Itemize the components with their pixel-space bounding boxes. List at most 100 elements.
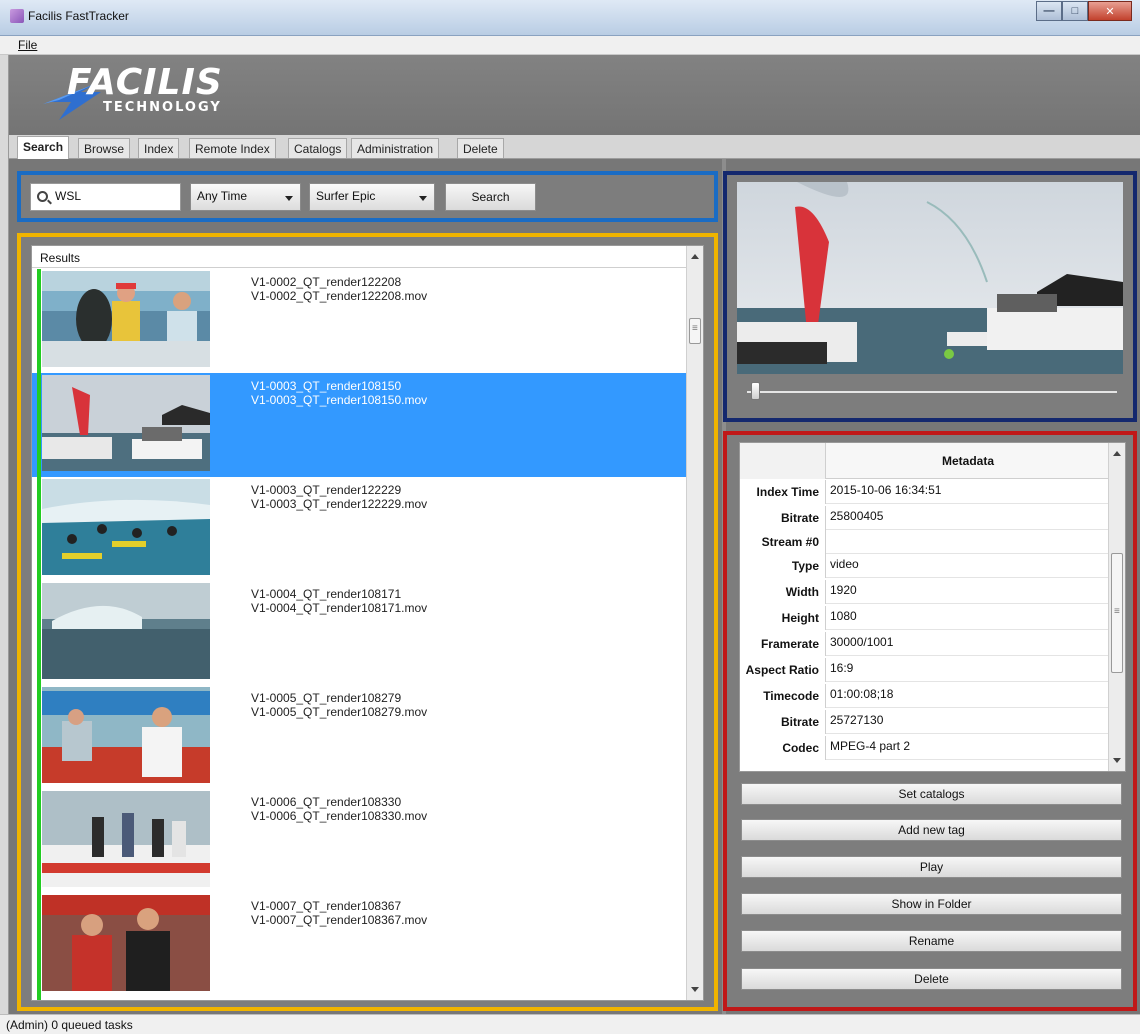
metadata-value: 2015-10-06 16:34:51 [830,483,942,497]
catalog-filter-dropdown[interactable]: Surfer Epic [309,183,435,211]
metadata-row: Width 1920 [740,580,1110,604]
logo-subtitle: TECHNOLOGY [103,100,222,115]
time-filter-value: Any Time [197,189,248,203]
metadata-header-label: Metadata [941,454,994,468]
result-name: V1-0006_QT_render108330 [251,795,402,809]
status-text: (Admin) 0 queued tasks [6,1018,133,1032]
metadata-scrollbar[interactable] [1108,443,1125,771]
scrollbar-thumb[interactable] [689,318,701,344]
result-row[interactable]: V1-0005_QT_render108279 V1-0005_QT_rende… [32,685,687,789]
metadata-row: Type video [740,554,1110,578]
result-row[interactable]: V1-0003_QT_render122229 V1-0003_QT_rende… [32,477,687,581]
metadata-key: Aspect Ratio [740,658,826,682]
set-catalogs-button[interactable]: Set catalogs [741,783,1122,805]
video-thumbnail [42,375,210,471]
playback-slider-handle[interactable] [751,382,760,400]
playback-slider-track[interactable] [747,391,1117,393]
result-filename: V1-0004_QT_render108171.mov [251,601,428,615]
facilis-logo: FACILIS TECHNOLOGY [37,62,277,122]
result-filename: V1-0006_QT_render108330.mov [251,809,428,823]
window-titlebar: Facilis FastTracker — □ ✕ [0,0,1140,36]
metadata-row: Bitrate 25727130 [740,710,1110,734]
result-row[interactable]: V1-0002_QT_render122208 V1-0002_QT_rende… [32,269,687,373]
metadata-row: Stream #0 [740,530,1110,554]
result-row[interactable]: V1-0004_QT_render108171 V1-0004_QT_rende… [32,581,687,685]
search-input-value: WSL [55,189,82,203]
video-thumbnail [42,791,210,887]
tab-administration[interactable]: Administration [351,138,440,158]
scroll-down-icon[interactable] [691,987,699,992]
metadata-row: Height 1080 [740,606,1110,630]
logo-wordmark: FACILIS [67,62,223,103]
metadata-value: 01:00:08;18 [830,687,894,701]
result-row[interactable]: V1-0007_QT_render108367 V1-0007_QT_rende… [32,893,687,997]
scroll-up-icon[interactable] [691,254,699,259]
logo-banner: FACILIS TECHNOLOGY [9,55,1140,135]
scroll-down-icon[interactable] [1113,758,1121,763]
dropdown-arrow-icon [419,196,427,201]
close-icon[interactable]: ✕ [1088,1,1132,21]
video-thumbnail [42,479,210,575]
time-filter-dropdown[interactable]: Any Time [190,183,301,211]
tab-catalogs[interactable]: Catalogs [288,138,348,158]
play-button[interactable]: Play [741,856,1122,878]
app-icon [10,9,24,23]
menu-file[interactable]: File [18,38,37,52]
metadata-value: video [830,557,859,571]
metadata-key: Height [740,606,826,630]
show-in-folder-button[interactable]: Show in Folder [741,893,1122,915]
minimize-icon[interactable]: — [1036,1,1062,21]
metadata-panel: Metadata Index Time 2015-10-06 16:34:51 … [723,431,1137,1011]
search-panel: WSL Any Time Surfer Epic Search [17,171,718,222]
search-icon [37,191,48,202]
scrollbar-thumb[interactable] [1111,553,1123,673]
metadata-value: 30000/1001 [830,635,894,649]
metadata-key: Width [740,580,826,604]
metadata-key: Stream #0 [740,530,826,554]
results-scrollbar[interactable] [686,246,703,1000]
results-indicator-bar [37,269,41,1000]
main-area: WSL Any Time Surfer Epic Search Results [9,159,1140,1014]
result-filename: V1-0003_QT_render108150.mov [251,393,428,407]
metadata-header: Metadata [740,443,1110,479]
search-input[interactable]: WSL [30,183,181,211]
tab-browse[interactable]: Browse [78,138,131,158]
window-left-edge [0,55,9,1014]
result-row-selected[interactable]: V1-0003_QT_render108150 V1-0003_QT_rende… [32,373,687,477]
result-filename: V1-0005_QT_render108279.mov [251,705,428,719]
window-title: Facilis FastTracker [28,9,129,23]
metadata-header-corner [740,443,826,479]
metadata-value: 1080 [830,609,857,623]
result-row[interactable]: V1-0006_QT_render108330 V1-0006_QT_rende… [32,789,687,893]
video-thumbnail [42,895,210,991]
rename-button[interactable]: Rename [741,930,1122,952]
tab-remote-index[interactable]: Remote Index [189,138,276,158]
add-new-tag-button[interactable]: Add new tag [741,819,1122,841]
search-button[interactable]: Search [445,183,536,211]
scroll-up-icon[interactable] [1113,451,1121,456]
tab-index[interactable]: Index [138,138,180,158]
status-bar: (Admin) 0 queued tasks [0,1014,1140,1034]
metadata-row: Framerate 30000/1001 [740,632,1110,656]
result-name: V1-0003_QT_render122229 [251,483,402,497]
result-filename: V1-0007_QT_render108367.mov [251,913,428,927]
delete-button[interactable]: Delete [741,968,1122,990]
metadata-table: Metadata Index Time 2015-10-06 16:34:51 … [739,442,1126,772]
menu-bar: File [0,36,1140,55]
maximize-icon[interactable]: □ [1062,1,1088,21]
catalog-filter-value: Surfer Epic [316,189,376,203]
tab-delete[interactable]: Delete [457,138,504,158]
video-preview[interactable] [737,182,1123,374]
tab-search[interactable]: Search [17,136,70,159]
metadata-key: Framerate [740,632,826,656]
window-controls: — □ ✕ [1036,1,1132,21]
results-header-label: Results [40,251,81,265]
metadata-row: Codec MPEG-4 part 2 [740,736,1110,760]
result-name: V1-0007_QT_render108367 [251,899,402,913]
metadata-row: Timecode 01:00:08;18 [740,684,1110,708]
results-panel: Results V1-0002_QT_render122208 V1-0002_… [17,233,718,1011]
metadata-value: 16:9 [830,661,854,675]
metadata-value: 25800405 [830,509,884,523]
dropdown-arrow-icon [285,196,293,201]
metadata-value: 25727130 [830,713,884,727]
